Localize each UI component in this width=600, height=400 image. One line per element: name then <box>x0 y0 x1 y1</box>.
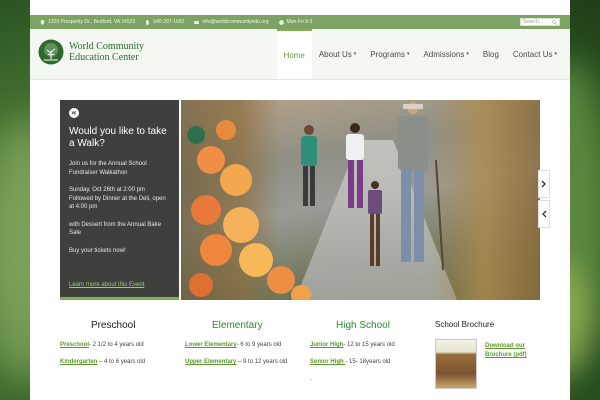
upper-elementary-row: Upper Elementary – 9 to 12 years old <box>185 358 295 366</box>
preschool-age: - 2 1/2 to 4 years old <box>89 342 144 348</box>
photo-scene <box>187 102 444 300</box>
nav-admissions-label: Admissions <box>423 49 465 59</box>
nav-contact-label: Contact Us <box>512 49 553 59</box>
brand-name: World Community Education Center <box>69 41 144 63</box>
program-columns: Preschool Preschool- 2 1/2 to 4 years ol… <box>60 320 540 400</box>
search-icon[interactable] <box>552 19 557 25</box>
nav-programs[interactable]: Programs ▾ <box>363 29 416 79</box>
brochure-title: School Brochure <box>435 320 495 329</box>
search-input[interactable]: Search... <box>520 18 560 26</box>
preschool-row: Preschool- 2 1/2 to 4 years old <box>60 341 170 349</box>
phone-text: 540-297-1662 <box>153 19 185 25</box>
hero-paragraph-1: Join us for the Annual School Fundraiser… <box>69 161 147 176</box>
column-high-school: High School Junior High- 12 to 15 years … <box>310 320 425 392</box>
tree-logo-icon <box>38 39 64 65</box>
upper-elementary-link[interactable]: Upper Elementary <box>185 359 236 365</box>
envelope-icon <box>194 20 200 24</box>
column-preschool: Preschool Preschool- 2 1/2 to 4 years ol… <box>60 320 170 375</box>
column-brochure: School Brochure Download our Brochure (p… <box>435 320 540 389</box>
slider-prev-arrow[interactable] <box>538 200 550 228</box>
email-item[interactable]: info@worldcommunityedu.org <box>194 19 269 25</box>
lower-elementary-row: Lower Elementary- 6 to 9 years old <box>185 341 295 349</box>
nav-admissions[interactable]: Admissions ▾ <box>416 29 475 79</box>
nav-about-label: About Us <box>318 49 352 59</box>
upper-elementary-age: – 9 to 12 years old <box>236 359 288 365</box>
senior-high-row: Senior High - 15- 18years old <box>310 358 425 366</box>
site-logo[interactable]: World Community Education Center <box>38 39 144 65</box>
high-school-title: High School <box>336 320 390 331</box>
nav-about-us[interactable]: About Us ▾ <box>312 29 363 79</box>
address-text: 1329 Prosperity Dr., Bedford, VA 24523 <box>48 19 136 25</box>
flower-bouquet <box>187 120 311 300</box>
nav-programs-label: Programs <box>370 49 405 59</box>
kindergarten-link[interactable]: Kindergarten <box>60 359 97 365</box>
elementary-title: Elementary <box>212 320 263 331</box>
nav-home[interactable]: Home <box>276 29 312 79</box>
column-elementary: Elementary Lower Elementary- 6 to 9 year… <box>185 320 295 375</box>
senior-high-link[interactable]: Senior High <box>310 359 345 365</box>
nav-home-label: Home <box>283 50 305 60</box>
email-text: info@worldcommunityedu.org <box>202 19 269 25</box>
kindergarten-age: – 4 to 6 years old <box>97 359 146 365</box>
main-nav: Home About Us ▾ Programs ▾ Admissions ▾ Blo… <box>276 29 565 79</box>
brochure-thumbnail[interactable] <box>435 339 477 389</box>
walker-man <box>398 102 444 271</box>
learn-more-link[interactable]: Learn more about this Event <box>69 282 144 288</box>
walker-green-jacket <box>301 125 317 206</box>
hours-text: Mon-Fri 9-3 <box>286 19 313 25</box>
nav-blog-label: Blog <box>482 49 499 59</box>
hero-paragraph-2: Sunday, Oct 26th at 2:00 pm Followed by … <box>69 187 166 210</box>
phone-item: 540-297-1662 <box>145 19 184 25</box>
senior-high-age: - 15- 18years old <box>345 359 391 365</box>
junior-high-age: - 12 to 15 years old <box>343 342 395 348</box>
clock-icon <box>278 19 284 25</box>
hero-caption-panel: Would you like to take a Walk? Join us f… <box>60 100 179 300</box>
hero-paragraph-3: with Dessert from the Annual Bake Sale <box>69 221 162 237</box>
walker-white-shirt <box>346 123 364 208</box>
lower-elementary-age: - 6 to 9 years old <box>236 342 282 348</box>
address-item: 1329 Prosperity Dr., Bedford, VA 24523 <box>40 19 135 25</box>
brand-line-2: Education Center <box>69 52 139 63</box>
chevron-down-icon: ▾ <box>406 51 410 57</box>
kindergarten-row: Kindergarten – 4 to 6 years old <box>60 358 170 366</box>
site-header: World Community Education Center Home Ab… <box>30 29 570 80</box>
hero-title: Would you like to take a Walk? <box>69 126 167 149</box>
hero-photo <box>181 100 540 300</box>
nav-contact-us[interactable]: Contact Us ▾ <box>506 29 564 79</box>
hours-item: Mon-Fri 9-3 <box>278 19 313 25</box>
page-container: 1329 Prosperity Dr., Bedford, VA 24523 5… <box>30 0 570 400</box>
chevron-down-icon: ▾ <box>554 51 557 57</box>
preschool-link[interactable]: Preschool <box>60 342 89 348</box>
brochure-download-link[interactable]: Download our Brochure (pdf) <box>485 342 540 360</box>
phone-icon <box>146 19 149 25</box>
trailing-dot: . <box>310 376 312 382</box>
location-pin-icon <box>40 19 45 25</box>
link-circle-icon <box>69 108 79 118</box>
junior-high-link[interactable]: Junior High <box>310 342 343 348</box>
chevron-down-icon: ▾ <box>466 51 469 57</box>
nav-blog[interactable]: Blog <box>476 29 506 79</box>
chevron-left-icon <box>542 210 547 218</box>
hero-paragraph-4: Buy your tickets now! <box>69 247 126 254</box>
lower-elementary-link[interactable]: Lower Elementary <box>185 342 237 348</box>
preschool-title: Preschool <box>91 320 136 331</box>
slider-next-arrow[interactable] <box>538 170 550 198</box>
hero-slider: Would you like to take a Walk? Join us f… <box>60 100 540 300</box>
search-placeholder: Search... <box>523 19 544 25</box>
brand-line-1: World Community <box>69 41 145 52</box>
top-info-bar: 1329 Prosperity Dr., Bedford, VA 24523 5… <box>30 15 570 29</box>
junior-high-row: Junior High- 12 to 15 years old <box>310 341 425 349</box>
walker-child <box>368 181 382 266</box>
chevron-right-icon <box>541 180 546 188</box>
chevron-down-icon: ▾ <box>353 51 357 57</box>
